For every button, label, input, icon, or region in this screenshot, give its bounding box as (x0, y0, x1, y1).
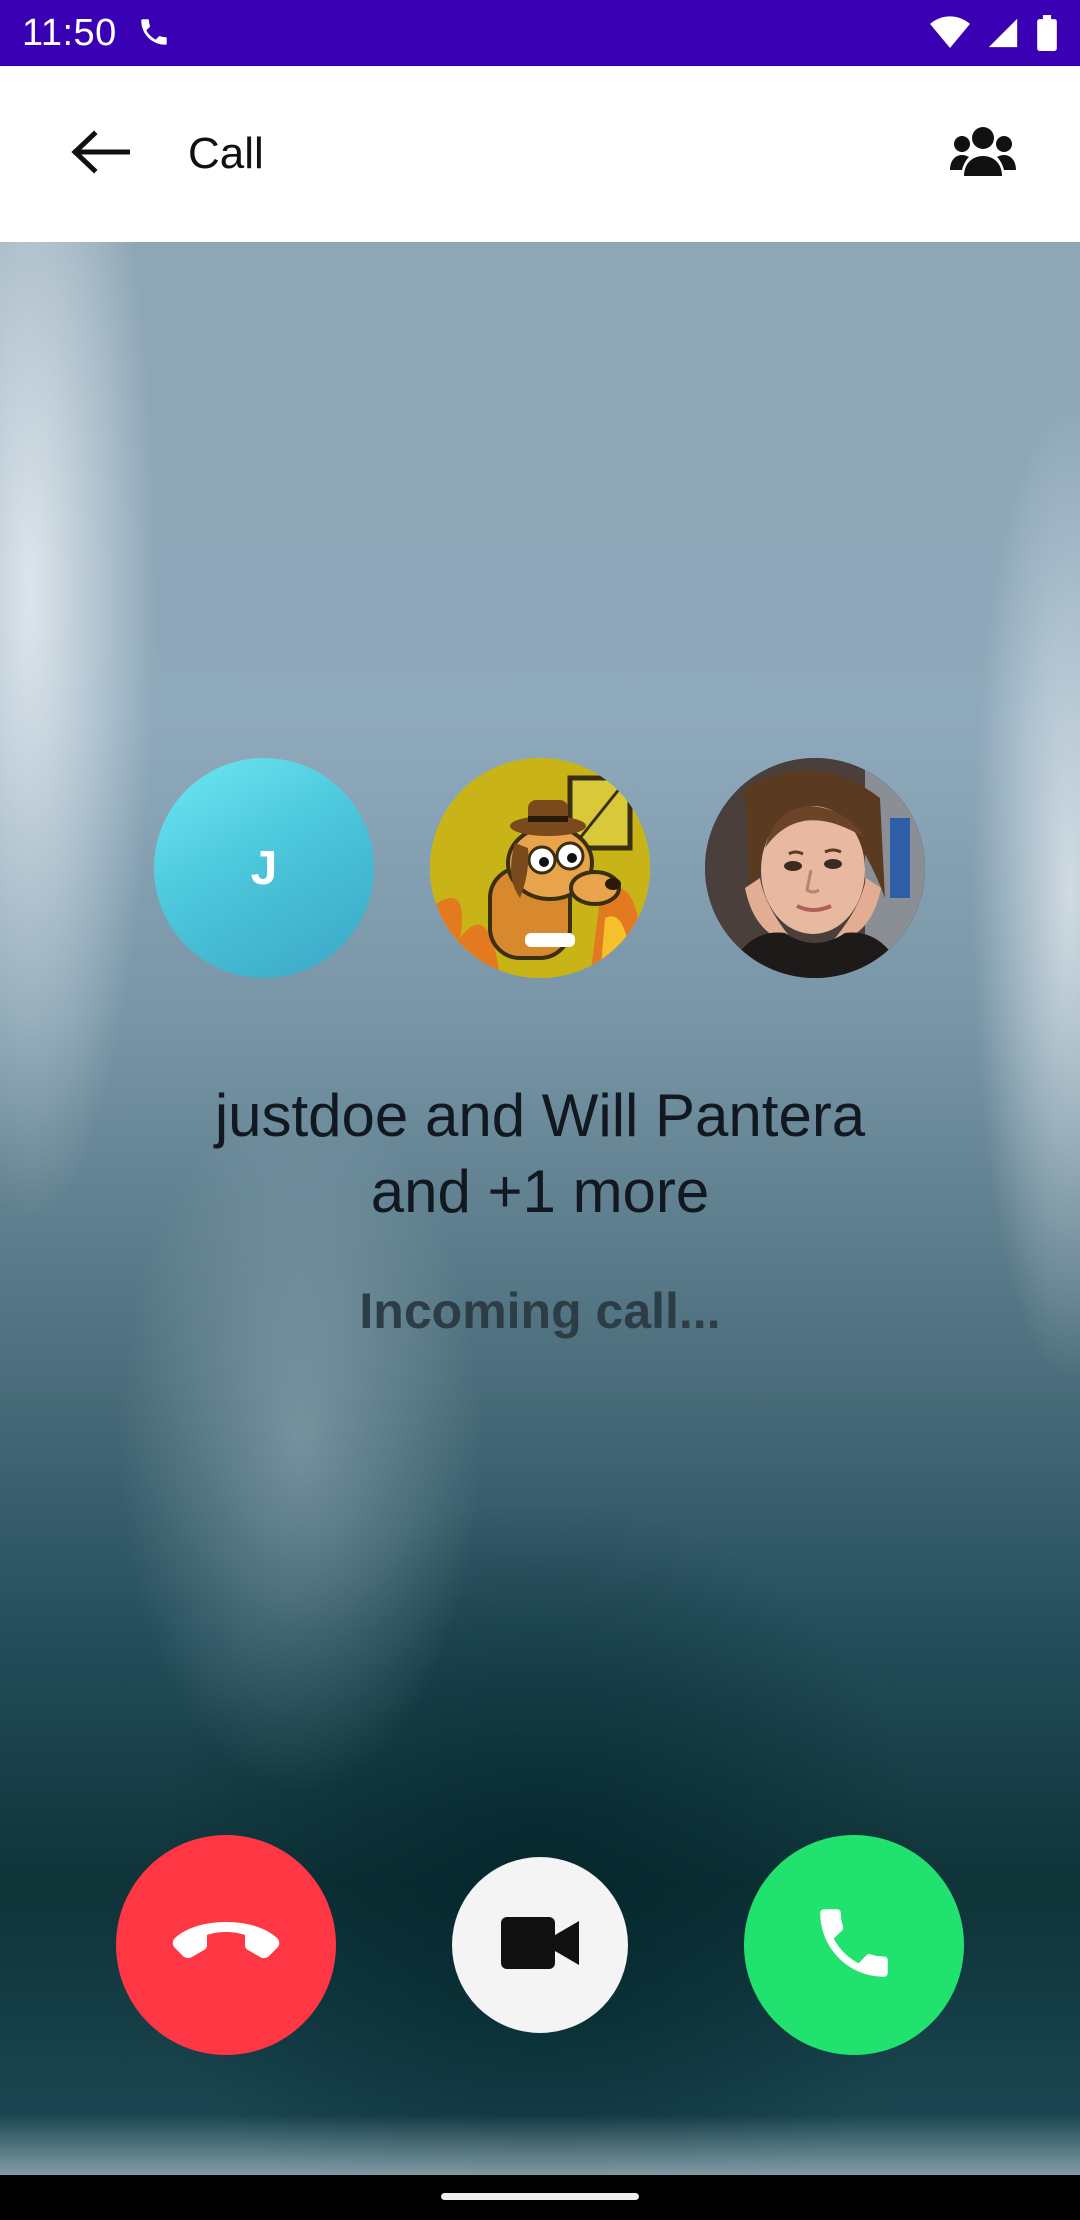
phone-call-icon (137, 15, 173, 51)
battery-icon (1036, 15, 1058, 51)
page-title: Call (188, 129, 264, 178)
home-indicator[interactable] (441, 2193, 639, 2200)
navigation-bar (0, 2175, 1080, 2220)
decline-button[interactable] (116, 1835, 336, 2055)
app-bar: Call (0, 66, 1080, 242)
wifi-icon (930, 16, 970, 50)
status-bar: 11:50 (0, 0, 1080, 66)
call-title-line2: and +1 more (370, 1158, 710, 1225)
video-call-button[interactable] (452, 1857, 628, 2033)
person-photo (705, 758, 925, 978)
videocam-icon (501, 1916, 579, 1974)
call-status: Incoming call... (359, 1283, 721, 1339)
signal-icon (986, 16, 1020, 50)
arrow-left-icon (70, 129, 131, 179)
participants-button[interactable] (944, 118, 1022, 190)
avatar-initial: J (250, 841, 278, 895)
back-button[interactable] (60, 118, 140, 190)
call-title-line1: justdoe and Will Pantera (214, 1082, 866, 1149)
avatar-image (430, 758, 650, 978)
accept-button[interactable] (744, 1835, 964, 2055)
call-end-icon (171, 1918, 281, 1973)
call-icon (809, 1898, 899, 1993)
avatar: J (154, 758, 374, 978)
group-icon (950, 124, 1016, 185)
status-icons (930, 15, 1058, 51)
avatar-image (705, 758, 925, 978)
status-time: 11:50 (22, 11, 117, 54)
dog-illustration (430, 758, 650, 978)
call-title: justdoe and Will Pantera and +1 more (0, 1078, 1080, 1230)
